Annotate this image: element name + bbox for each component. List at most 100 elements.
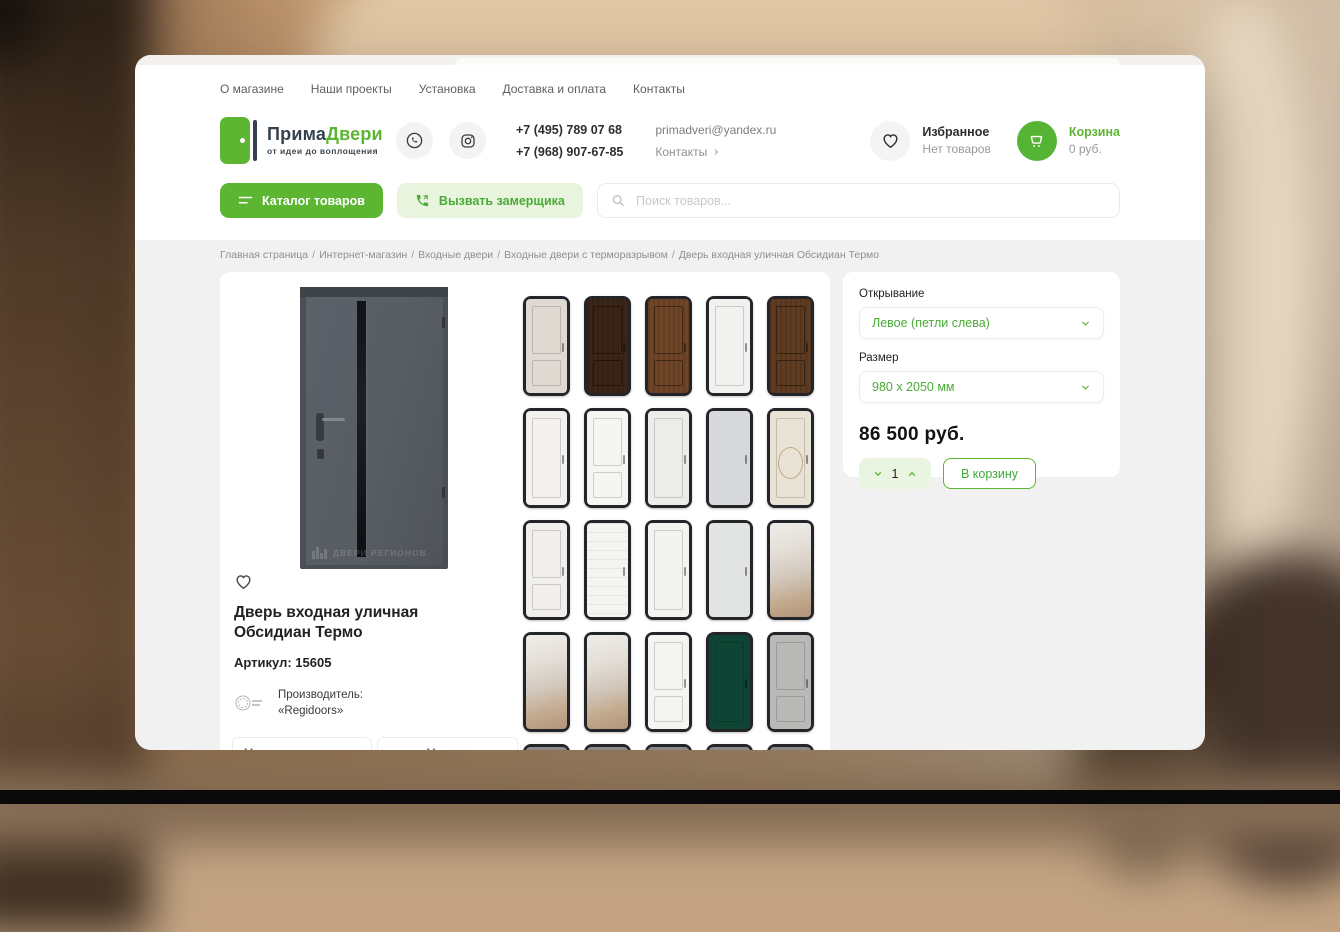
product-panel: ДВЕРИ РЕГИОНОВ Дверь входная уличная Обс… xyxy=(220,272,830,750)
site-header: О магазине Наши проекты Установка Доставка … xyxy=(135,55,1205,218)
phone-link[interactable]: +7 (495) 789 07 68 xyxy=(516,119,623,141)
gallery-thumbnail[interactable] xyxy=(706,632,753,732)
phone-call-icon xyxy=(415,193,430,208)
whatsapp-icon xyxy=(405,131,424,150)
instagram-button[interactable] xyxy=(449,122,486,159)
nav-link[interactable]: Доставка и оплата xyxy=(503,82,607,96)
favorites-label: Избранное xyxy=(922,124,990,141)
logo-tagline: от идеи до воплощения xyxy=(267,146,383,156)
add-to-cart-button[interactable]: В корзину xyxy=(943,458,1036,489)
cart-icon xyxy=(1027,131,1046,150)
top-nav: О магазине Наши проекты Установка Доставка … xyxy=(220,55,1120,96)
gallery-thumbnail[interactable] xyxy=(706,744,753,750)
spec-row: Материал Металлическая xyxy=(232,737,518,750)
gallery-thumbnail[interactable] xyxy=(584,520,631,620)
breadcrumb-link[interactable]: Входные двери с терморазрывом xyxy=(504,249,668,261)
nav-link[interactable]: Контакты xyxy=(633,82,685,96)
manufacturer-label: Производитель: xyxy=(278,687,363,703)
add-to-favorites-button[interactable] xyxy=(234,572,253,596)
search-icon xyxy=(611,193,625,208)
purchase-panel: Открывание Левое (петли слева) Размер 98… xyxy=(843,272,1120,477)
gallery-thumbnail[interactable] xyxy=(767,744,814,750)
quantity-stepper: 1 xyxy=(859,458,931,489)
product-sku: Артикул: 15605 xyxy=(234,655,331,670)
breadcrumb-separator: / xyxy=(312,249,315,261)
quantity-increase-button[interactable] xyxy=(907,469,917,479)
logo-door-icon xyxy=(220,117,257,164)
opening-select[interactable]: Левое (петли слева) xyxy=(859,307,1104,339)
gallery-thumbnail[interactable] xyxy=(523,296,570,396)
quantity-value: 1 xyxy=(892,467,899,481)
gallery-thumbnail[interactable] xyxy=(645,296,692,396)
gallery-thumbnail[interactable] xyxy=(523,408,570,508)
cart-label: Корзина xyxy=(1069,124,1120,141)
chevron-right-icon xyxy=(712,148,720,156)
instagram-icon xyxy=(459,132,477,150)
breadcrumb-separator: / xyxy=(672,249,675,261)
chevron-down-icon xyxy=(1080,382,1091,393)
spec-value: Металлическая xyxy=(377,737,518,750)
gallery-thumbnail[interactable] xyxy=(767,632,814,732)
gallery-thumbnail[interactable] xyxy=(767,296,814,396)
gallery-thumbnail[interactable] xyxy=(645,520,692,620)
header-row: ПримаДвери от идеи до воплощения +7 (4 xyxy=(220,117,1120,164)
cart-widget[interactable]: Корзина 0 руб. xyxy=(1017,121,1120,161)
nav-link[interactable]: О магазине xyxy=(220,82,284,96)
cart-total: 0 руб. xyxy=(1069,141,1120,157)
gallery-thumbnail[interactable] xyxy=(706,408,753,508)
quantity-decrease-button[interactable] xyxy=(873,469,883,479)
breadcrumb-separator: / xyxy=(497,249,500,261)
watermark-logo-icon xyxy=(312,547,328,559)
gallery-thumbnail[interactable] xyxy=(767,520,814,620)
product-price: 86 500 руб. xyxy=(859,424,1104,446)
contacts-link[interactable]: Контакты xyxy=(655,141,776,163)
site-window: О магазине Наши проекты Установка Доставка … xyxy=(135,55,1205,750)
nav-link[interactable]: Установка xyxy=(419,82,476,96)
bg-blob xyxy=(0,774,1340,844)
site-logo[interactable]: ПримаДвери от идеи до воплощения xyxy=(220,117,396,164)
cart-circle xyxy=(1017,121,1057,161)
page-content: Главная страница / Интернет-магазин / Входны… xyxy=(135,240,1205,750)
catalog-button[interactable]: Каталог товаров xyxy=(220,183,383,218)
gallery-thumbnail[interactable] xyxy=(706,520,753,620)
manufacturer-name: «Regidoors» xyxy=(278,703,363,719)
opening-label: Открывание xyxy=(859,288,1104,300)
breadcrumb-link[interactable]: Главная страница xyxy=(220,249,308,261)
gallery-thumbnail[interactable] xyxy=(523,632,570,732)
size-label: Размер xyxy=(859,352,1104,364)
breadcrumb-separator: / xyxy=(411,249,414,261)
product-main-image[interactable]: ДВЕРИ РЕГИОНОВ xyxy=(300,287,448,569)
whatsapp-button[interactable] xyxy=(396,122,433,159)
gallery-thumbnail[interactable] xyxy=(584,408,631,508)
toolbar: Каталог товаров Вызвать замерщика xyxy=(220,183,1120,218)
manufacturer-logo xyxy=(234,692,264,714)
gallery-thumbnail[interactable] xyxy=(584,632,631,732)
size-select[interactable]: 980 x 2050 мм xyxy=(859,371,1104,403)
gallery-thumbnail[interactable] xyxy=(584,744,631,750)
nav-link[interactable]: Наши проекты xyxy=(311,82,392,96)
gallery-thumbnail[interactable] xyxy=(523,744,570,750)
search-box xyxy=(597,183,1120,218)
gallery-thumbnail[interactable] xyxy=(645,744,692,750)
gallery-thumbnail[interactable] xyxy=(584,296,631,396)
breadcrumb-current: Дверь входная уличная Обсидиан Термо xyxy=(679,249,879,261)
gallery-thumbnail[interactable] xyxy=(523,520,570,620)
gallery-thumbnail[interactable] xyxy=(706,296,753,396)
breadcrumb: Главная страница / Интернет-магазин / Входны… xyxy=(135,240,1205,261)
gallery-thumbnail[interactable] xyxy=(767,408,814,508)
heart-icon xyxy=(881,131,900,150)
gallery-thumbnail[interactable] xyxy=(645,408,692,508)
product-title: Дверь входная уличная Обсидиан Термо xyxy=(234,603,499,643)
search-input[interactable] xyxy=(634,193,1106,209)
breadcrumb-link[interactable]: Интернет-магазин xyxy=(319,249,407,261)
chevron-down-icon xyxy=(873,469,883,479)
email-link[interactable]: primadveri@yandex.ru xyxy=(655,119,776,141)
phone-link[interactable]: +7 (968) 907-67-85 xyxy=(516,141,623,163)
favorites-widget[interactable]: Избранное Нет товаров xyxy=(870,121,990,161)
breadcrumb-link[interactable]: Входные двери xyxy=(418,249,493,261)
call-measurer-button[interactable]: Вызвать замерщика xyxy=(397,183,583,218)
manufacturer-row: Производитель: «Regidoors» xyxy=(234,687,363,719)
gallery-thumbnail[interactable] xyxy=(645,632,692,732)
door-glass-strip xyxy=(357,301,366,557)
sliders-icon xyxy=(238,194,253,207)
